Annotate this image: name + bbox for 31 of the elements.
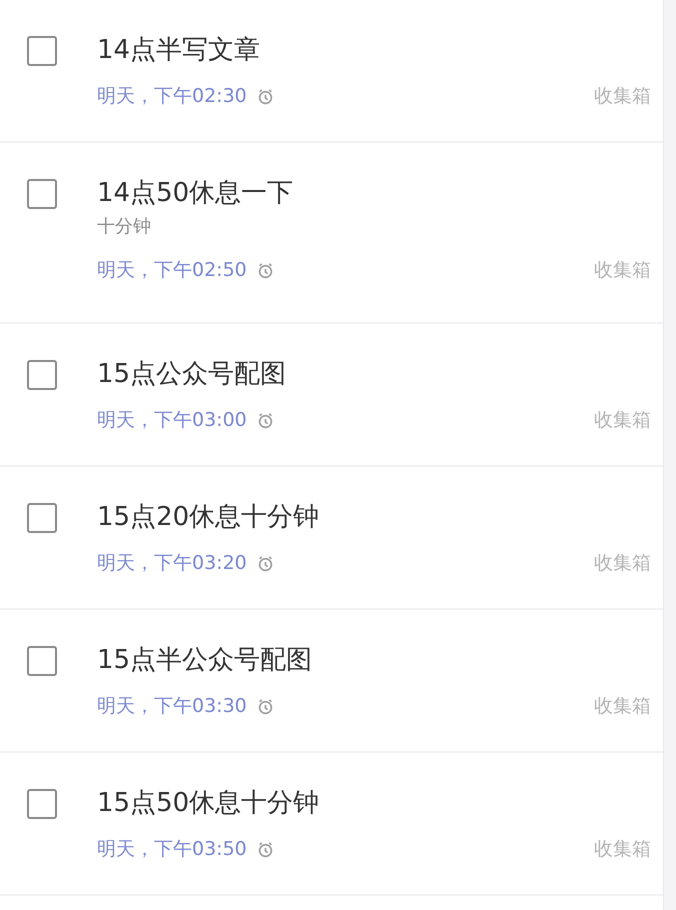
task-checkbox[interactable] bbox=[27, 179, 57, 209]
list-name: 收集箱 bbox=[594, 694, 651, 719]
task-checkbox[interactable] bbox=[27, 503, 57, 533]
task-checkbox[interactable] bbox=[27, 646, 57, 676]
due-date: 明天，下午03:00 bbox=[97, 408, 247, 433]
list-name: 收集箱 bbox=[594, 84, 651, 109]
task-title: 15点20休息十分钟 bbox=[97, 501, 320, 534]
list-name: 收集箱 bbox=[594, 550, 651, 576]
task-row[interactable]: 15点50休息十分钟 明天，下午03:50 收集箱 bbox=[0, 753, 663, 896]
task-checkbox[interactable] bbox=[27, 36, 57, 66]
task-title: 14点半写文章 bbox=[97, 34, 262, 67]
task-checkbox[interactable] bbox=[27, 360, 57, 390]
due-date: 明天，下午02:50 bbox=[97, 258, 247, 283]
task-row[interactable]: 15点20休息十分钟 明天，下午03:20 收集箱 bbox=[0, 467, 663, 610]
due-date: 明天，下午02:30 bbox=[97, 84, 247, 109]
task-note: 十分钟 bbox=[97, 214, 152, 239]
task-title: 15点半公众号配图 bbox=[97, 644, 314, 677]
list-name: 收集箱 bbox=[594, 258, 651, 283]
task-title: 15点50休息十分钟 bbox=[97, 787, 320, 820]
task-row[interactable]: 14点50休息一下 十分钟 明天，下午02:50 收集箱 bbox=[0, 143, 663, 324]
task-row[interactable]: 15点半公众号配图 明天，下午03:30 收集箱 bbox=[0, 610, 663, 753]
task-row[interactable]: 14点半写文章 明天，下午02:30 收集箱 bbox=[0, 0, 663, 143]
list-name: 收集箱 bbox=[594, 408, 651, 433]
task-checkbox[interactable] bbox=[27, 789, 57, 819]
due-date: 明天，下午03:20 bbox=[97, 550, 247, 576]
task-row[interactable]: 15点公众号配图 明天，下午03:00 收集箱 bbox=[0, 324, 663, 467]
task-title: 14点50休息一下 bbox=[97, 177, 294, 210]
due-date: 明天，下午03:50 bbox=[97, 836, 247, 862]
list-name: 收集箱 bbox=[594, 836, 651, 862]
task-title: 15点公众号配图 bbox=[97, 358, 288, 391]
due-date: 明天，下午03:30 bbox=[97, 694, 247, 719]
